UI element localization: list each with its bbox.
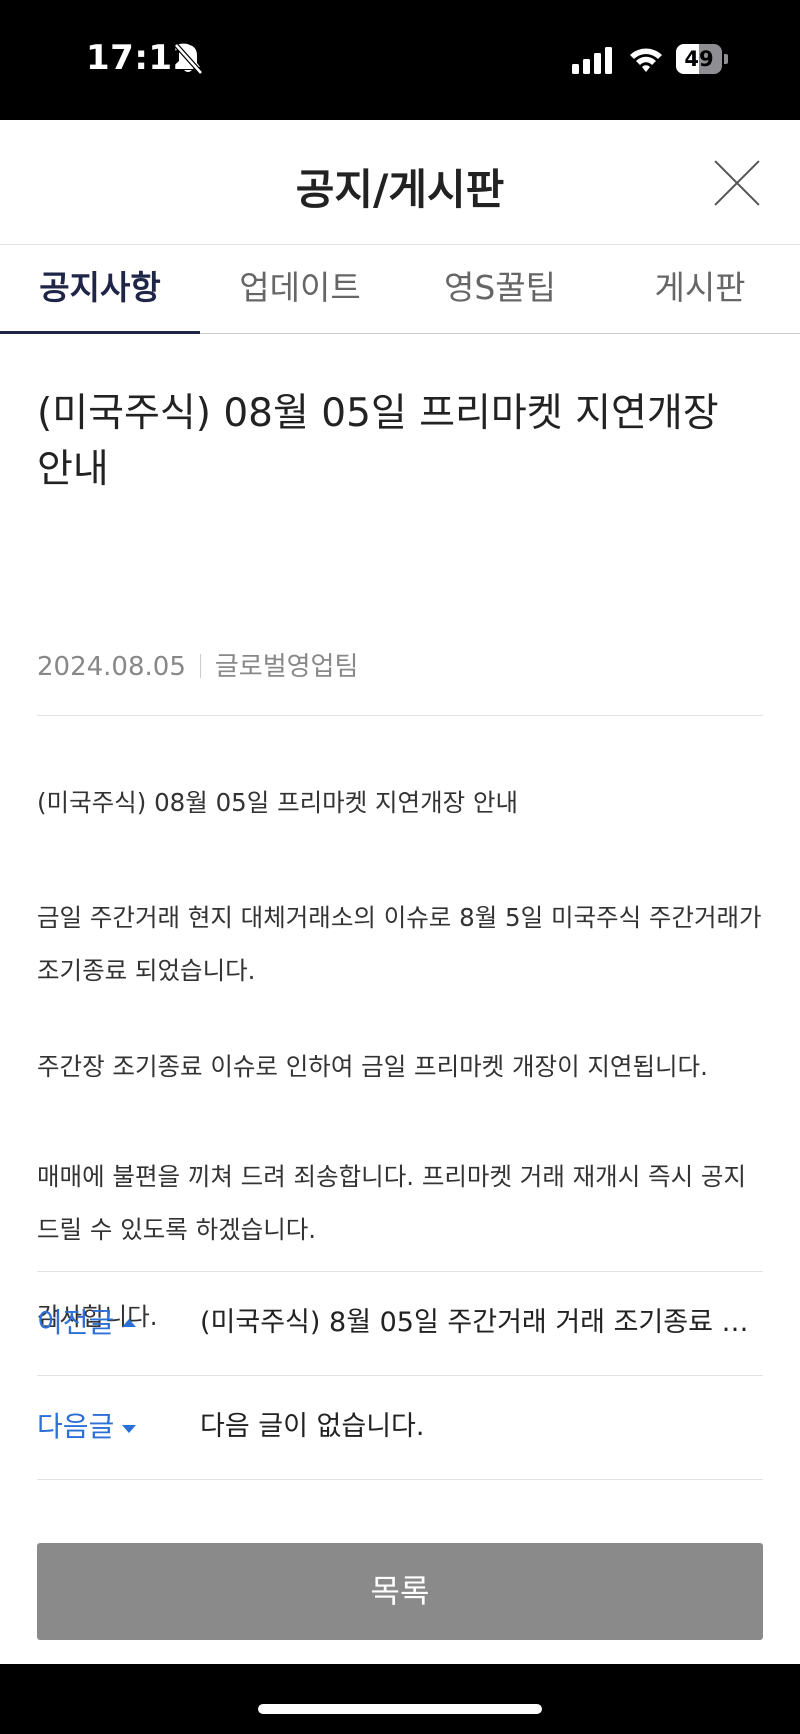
home-area xyxy=(0,1664,800,1734)
article-paragraph: (미국주식) 08월 05일 프리마켓 지연개장 안내 xyxy=(37,788,519,817)
nav-divider xyxy=(37,1479,763,1480)
list-button[interactable]: 목록 xyxy=(37,1543,763,1640)
next-post-label[interactable]: 다음글 xyxy=(37,1376,137,1478)
tab-tips[interactable]: 영S꿀팁 xyxy=(400,245,600,334)
article-meta: 2024.08.05 글로벌영업팀 xyxy=(37,646,358,683)
arrow-up-icon xyxy=(122,1319,137,1327)
battery-level: 49 xyxy=(684,47,714,71)
home-indicator[interactable] xyxy=(258,1704,542,1714)
prev-post-label[interactable]: 이전글 xyxy=(37,1272,137,1374)
prev-post-row[interactable]: 이전글 (미국주식) 8월 05일 주간거래 거래 조기종료 안내 xyxy=(37,1271,763,1375)
tab-update[interactable]: 업데이트 xyxy=(200,245,400,334)
cellular-signal-icon xyxy=(572,47,612,74)
close-icon[interactable] xyxy=(712,158,762,208)
next-post-row: 다음글 다음 글이 없습니다. xyxy=(37,1375,763,1479)
wifi-icon xyxy=(630,48,662,72)
tab-notice[interactable]: 공지사항 xyxy=(0,245,200,334)
article-paragraph: 매매에 불편을 끼쳐 드려 죄송합니다. 프리마켓 거래 재개시 즉시 공지 드… xyxy=(37,1162,746,1244)
article-paragraph: 주간장 조기종료 이슈로 인하여 금일 프리마켓 개장이 지연됩니다. xyxy=(37,1052,708,1081)
bell-slash-icon xyxy=(174,43,203,75)
article-date: 2024.08.05 xyxy=(37,652,186,682)
next-post-title: 다음 글이 없습니다. xyxy=(200,1411,425,1442)
arrow-down-icon xyxy=(122,1425,137,1433)
page-title: 공지/게시판 xyxy=(295,165,505,214)
prev-post-title[interactable]: (미국주식) 8월 05일 주간거래 거래 조기종료 안내 xyxy=(200,1272,763,1374)
article-title: (미국주식) 08월 05일 프리마켓 지연개장 안내 xyxy=(37,391,719,492)
tab-bar: 공지사항 업데이트 영S꿀팁 게시판 xyxy=(0,244,800,334)
article-author: 글로벌영업팀 xyxy=(214,652,359,682)
header-divider xyxy=(37,715,763,716)
tab-board[interactable]: 게시판 xyxy=(600,245,800,334)
article-paragraph: 금일 주간거래 현지 대체거래소의 이슈로 8월 5일 미국주식 주간거래가 조… xyxy=(37,903,762,985)
notice-screen: 공지/게시판 공지사항 업데이트 영S꿀팁 게시판 (미국주식) 08월 05일… xyxy=(0,120,800,1664)
meta-divider xyxy=(199,654,201,678)
header: 공지/게시판 xyxy=(0,120,800,244)
status-bar: 17:12 49 xyxy=(0,0,800,120)
battery-icon: 49 xyxy=(676,44,728,74)
